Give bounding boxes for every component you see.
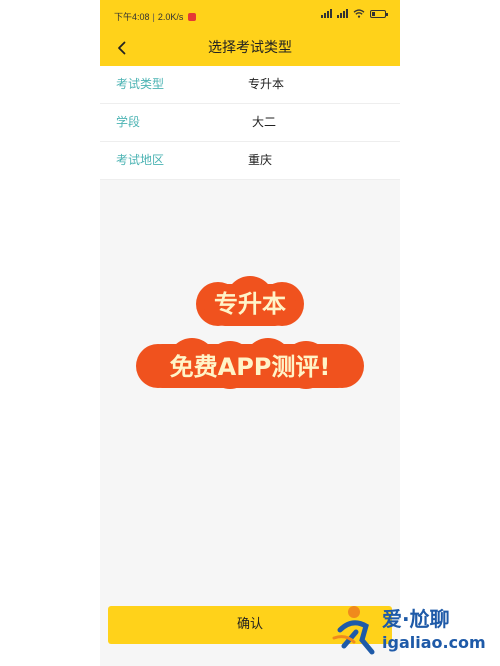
status-bar: 下午4:08 | 2.0K/s [100,0,400,30]
signal-icon [337,9,348,18]
exam-region-label: 考试地区 [116,153,165,167]
promo-line1-text: 专升本 [214,290,286,318]
exam-type-value: 专升本 [248,77,285,91]
watermark-url-text: igaliao.com [382,633,486,652]
status-speed: 2.0K/s [157,11,184,22]
wifi-icon [353,9,365,18]
page-title: 选择考试类型 [208,40,292,56]
status-left: 下午4:08 | 2.0K/s [114,10,197,23]
status-right [321,9,388,18]
exam-type-row[interactable]: 考试类型 专升本 [100,66,400,104]
title-bar: 选择考试类型 [100,30,400,66]
exam-info-list: 考试类型 专升本 学段 大二 考试地区 重庆 [100,66,400,180]
exam-region-row[interactable]: 考试地区 重庆 [100,142,400,180]
promo-line2-text: 免费APP测评! [170,353,331,381]
watermark-cn-text: 爱·尬聊 [382,607,450,631]
grade-label: 学段 [116,115,141,129]
phone-screen: 下午4:08 | 2.0K/s 选择考试类型 考试类型 专升本 学段 大二 考试… [100,0,400,666]
grade-row[interactable]: 学段 大二 [100,104,400,142]
exam-type-label: 考试类型 [116,77,165,91]
watermark-logo: 爱·尬聊 igaliao.com [332,606,486,655]
status-separator: | [152,11,155,22]
promo-banner: 专升本 免费APP测评! [136,276,364,389]
runner-logo-icon [332,606,375,655]
battery-icon [370,9,388,18]
notification-badge-icon [188,12,197,21]
exam-region-value: 重庆 [248,153,273,167]
status-time: 下午4:08 [114,12,150,22]
signal-icon [321,9,332,18]
grade-value: 大二 [252,115,277,129]
